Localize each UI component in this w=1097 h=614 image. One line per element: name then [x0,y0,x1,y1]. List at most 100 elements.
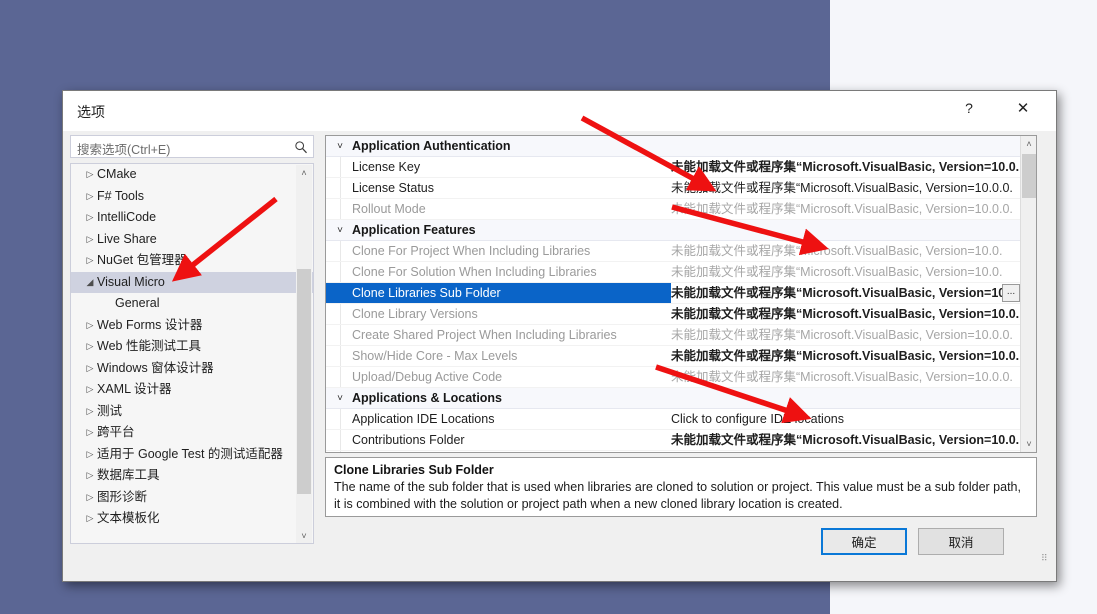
tree-item-web[interactable]: ▷ Web 性能测试工具 [71,336,313,358]
property-row[interactable]: Clone Library Versions 未能加载文件或程序集“Microso… [326,304,1021,325]
property-value[interactable]: 未能加载文件或程序集“Microsoft.VisualBasic, Versio… [671,241,1002,261]
cancel-button[interactable]: 取消 [918,528,1004,555]
property-row[interactable]: Show/Hide Core - Max Levels 未能加载文件或程序集“Mi… [326,346,1021,367]
tree-item-google-test[interactable]: ▷ 适用于 Google Test 的测试适配器 [71,444,313,466]
property-row[interactable]: Contributions Folder 未能加载文件或程序集“Microsoft… [326,430,1021,451]
property-value[interactable]: 未能加载文件或程序集“Microsoft.VisualBasic, Versio… [671,199,1013,219]
property-value[interactable]: 未能加载文件或程序集“Microsoft.VisualBasic, Versio… [671,178,1013,198]
chevron-down-icon[interactable]: ˅ [333,388,347,408]
tree-item-label: Web Forms 设计器 [97,317,203,332]
tree-item-[interactable]: ▷ 图形诊断 [71,487,313,509]
property-row[interactable]: Create Shared Project When Including Lib… [326,325,1021,346]
chevron-right-icon[interactable]: ▷ [83,444,97,466]
property-category-row[interactable]: ˅ Application Features [326,220,1021,241]
property-value[interactable]: 未能加载文件或程序集“Microsoft.VisualBasic, Versio… [671,325,1013,345]
resize-grip[interactable]: ⠿ [1041,554,1053,566]
property-name: Contributions Folder [352,433,465,447]
property-name: Upload/Debug Active Code [352,370,503,384]
chevron-right-icon[interactable]: ▷ [83,358,97,380]
property-name: License Status [352,181,434,195]
chevron-right-icon[interactable]: ▷ [83,422,97,444]
scrollbar-thumb[interactable] [297,269,311,494]
property-row[interactable]: Clone For Solution When Including Librar… [326,262,1021,283]
tree-item-visual-micro[interactable]: ◢ Visual Micro [71,271,313,294]
property-row[interactable]: Clone For Project When Including Librari… [326,241,1021,262]
tree-item-general[interactable]: General [71,293,313,315]
property-row[interactable]: Application IDE Locations Click to config… [326,409,1021,430]
tree-item-[interactable]: ▷ 文本模板化 [71,508,313,530]
chevron-right-icon[interactable]: ▷ [83,229,97,251]
row-gutter [326,157,341,177]
chevron-right-icon[interactable]: ▷ [83,379,97,401]
property-category-row[interactable]: ˅ Applications & Locations [326,388,1021,409]
tree-item-f-tools[interactable]: ▷ F# Tools [71,186,313,208]
chevron-right-icon[interactable]: ▷ [83,465,97,487]
search-icon[interactable] [294,139,308,155]
property-row[interactable]: License Key 未能加载文件或程序集“Microsoft.VisualBa… [326,157,1021,178]
row-gutter [326,346,341,366]
chevron-right-icon[interactable]: ▷ [83,250,97,272]
property-value[interactable]: 未能加载文件或程序集“Microsoft.VisualBasic, Versio… [671,304,1019,324]
tree-item-label: IntelliCode [97,210,157,224]
tree-item-label: NuGet 包管理器 [97,253,187,267]
chevron-right-icon[interactable]: ▷ [83,401,97,423]
tree-item-web-forms[interactable]: ▷ Web Forms 设计器 [71,315,313,337]
chevron-right-icon[interactable]: ▷ [83,315,97,337]
property-row[interactable]: Upload/Debug Active Code 未能加载文件或程序集“Micro… [326,367,1021,388]
tree-item-xaml[interactable]: ▷ XAML 设计器 [71,379,313,401]
property-value[interactable]: 未能加载文件或程序集“Microsoft.VisualBasic, Versio… [671,157,1019,177]
property-name: Clone For Project When Including Librari… [352,244,591,258]
property-row[interactable]: License Status 未能加载文件或程序集“Microsoft.Visua… [326,178,1021,199]
chevron-right-icon[interactable]: ▷ [83,508,97,530]
tree-item-live-share[interactable]: ▷ Live Share [71,229,313,251]
tree-item-label: 数据库工具 [97,468,160,482]
chevron-right-icon[interactable]: ▷ [83,487,97,509]
tree-item-cmake[interactable]: ▷ CMake [71,164,313,186]
ellipsis-button[interactable]: ... [1002,284,1020,302]
property-value[interactable]: 未能加载文件或程序集“Microsoft.VisualBasic, Versio… [671,346,1019,366]
scroll-up-icon[interactable]: ˄ [1021,136,1036,152]
property-category-name: Application Features [352,223,476,237]
tree-item-label: 适用于 Google Test 的测试适配器 [97,446,283,461]
tree-item-[interactable]: ▷ 测试 [71,401,313,423]
help-button[interactable]: ? [946,91,992,125]
property-category-row[interactable]: ˅ Application Authentication [326,136,1021,157]
chevron-right-icon[interactable]: ▷ [83,164,97,186]
row-gutter [326,199,341,219]
tree-item-windows[interactable]: ▷ Windows 窗体设计器 [71,358,313,380]
tree-item-nuget[interactable]: ▷ NuGet 包管理器 [71,250,313,272]
close-icon[interactable]: ✕ [1000,91,1046,125]
property-value[interactable]: 未能加载文件或程序集“Microsoft.VisualBasic, Versio… [671,451,1019,452]
search-input[interactable]: 搜索选项(Ctrl+E) [70,135,314,158]
options-category-tree[interactable]: ▷ CMake ▷ F# Tools ▷ IntelliCode ▷ Live Share ▷ N… [70,163,314,544]
row-gutter [326,304,341,324]
chevron-right-icon[interactable]: ▷ [83,207,97,229]
property-row[interactable]: My Visual Micro Configs 未能加载文件或程序集“Micros… [326,451,1021,452]
property-value[interactable]: 未能加载文件或程序集“Microsoft.VisualBasic, Versio… [671,262,1002,282]
property-row[interactable]: Rollout Mode 未能加载文件或程序集“Microsoft.VisualB… [326,199,1021,220]
property-name: Clone Library Versions [352,307,478,321]
property-value[interactable]: 未能加载文件或程序集“Microsoft.VisualBasic, Versio… [671,283,1005,303]
chevron-down-icon[interactable]: ˅ [333,136,347,156]
scrollbar-thumb[interactable] [1022,154,1036,198]
scroll-down-icon[interactable]: ˅ [1021,436,1036,452]
property-value[interactable]: Click to configure IDE locations [671,409,844,429]
property-grid-scrollbar[interactable]: ˄ ˅ [1020,136,1036,452]
chevron-right-icon[interactable]: ▷ [83,186,97,208]
chevron-down-icon[interactable]: ˅ [333,220,347,240]
scroll-up-icon[interactable]: ˄ [296,165,312,181]
property-value[interactable]: 未能加载文件或程序集“Microsoft.VisualBasic, Versio… [671,430,1019,450]
chevron-down-icon[interactable]: ◢ [83,272,97,294]
row-gutter [326,262,341,282]
property-row[interactable]: Clone Libraries Sub Folder 未能加载文件或程序集“Mic… [326,283,1021,304]
property-grid-rows: ˅ Application Authentication License Key 未能… [326,136,1021,452]
tree-item-[interactable]: ▷ 数据库工具 [71,465,313,487]
chevron-right-icon[interactable]: ▷ [83,336,97,358]
tree-scrollbar[interactable]: ˄ ˅ [296,165,312,543]
tree-item-[interactable]: ▷ 跨平台 [71,422,313,444]
property-value[interactable]: 未能加载文件或程序集“Microsoft.VisualBasic, Versio… [671,367,1013,387]
property-grid[interactable]: ˅ Application Authentication License Key 未能… [325,135,1037,453]
ok-button[interactable]: 确定 [821,528,907,555]
tree-item-intellicode[interactable]: ▷ IntelliCode [71,207,313,229]
dialog-title: 选项 [77,104,105,120]
